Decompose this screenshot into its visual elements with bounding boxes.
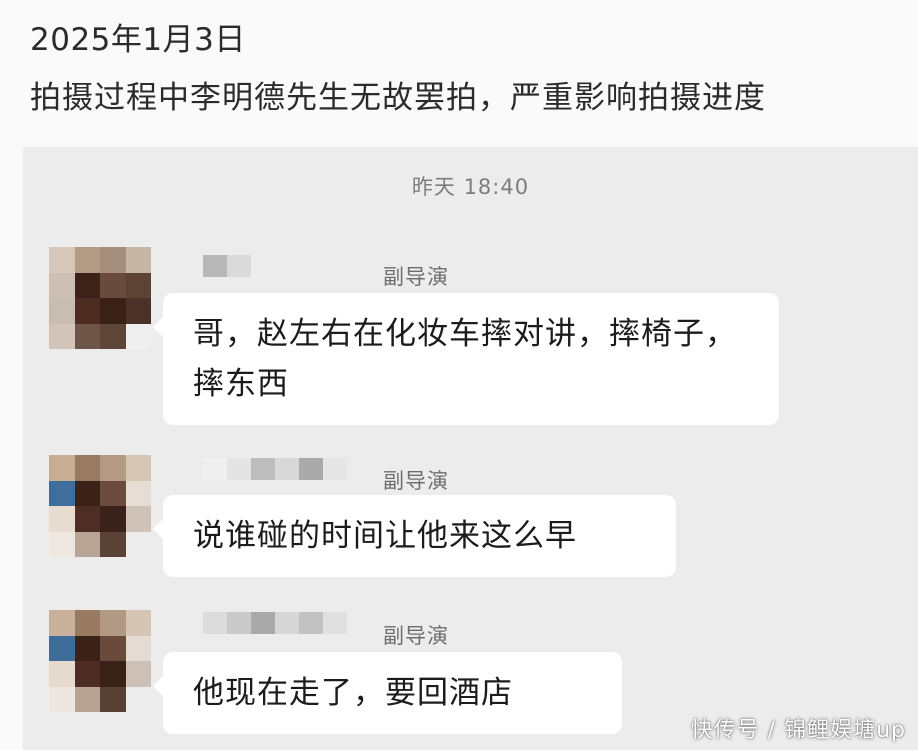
message-bubble[interactable]: 哥，赵左右在化妆车摔对讲，摔椅子，摔东西: [153, 293, 779, 425]
avatar-pixelated[interactable]: [49, 247, 151, 349]
screenshot-page: 2025年1月3日 拍摄过程中李明德先生无故罢拍，严重影响拍摄进度 昨天 18:…: [0, 0, 918, 750]
post-caption: 2025年1月3日 拍摄过程中李明德先生无故罢拍，严重影响拍摄进度: [30, 18, 766, 120]
sender-role: 副导演: [383, 469, 449, 493]
chat-screenshot: 昨天 18:40 副导演 哥，赵左右在化妆车摔对讲，摔椅子，摔东西 副导演 说谁…: [23, 147, 918, 750]
watermark: 快传号 / 锦鲤娱塘up: [690, 718, 906, 743]
message-bubble[interactable]: 说谁碰的时间让他来这么早: [153, 495, 676, 577]
sender-name-blurred: [203, 612, 347, 634]
caption-description: 拍摄过程中李明德先生无故罢拍，严重影响拍摄进度: [30, 80, 766, 116]
message-bubble[interactable]: 他现在走了，要回酒店: [153, 652, 622, 734]
caption-date: 2025年1月3日: [30, 22, 246, 58]
sender-name-blurred: [203, 458, 347, 480]
sender-role: 副导演: [383, 624, 449, 648]
sender-role: 副导演: [383, 265, 449, 289]
avatar-pixelated[interactable]: [49, 610, 151, 712]
avatar-pixelated[interactable]: [49, 455, 151, 557]
chat-timestamp: 昨天 18:40: [411, 175, 530, 199]
sender-name-blurred: [203, 255, 251, 277]
